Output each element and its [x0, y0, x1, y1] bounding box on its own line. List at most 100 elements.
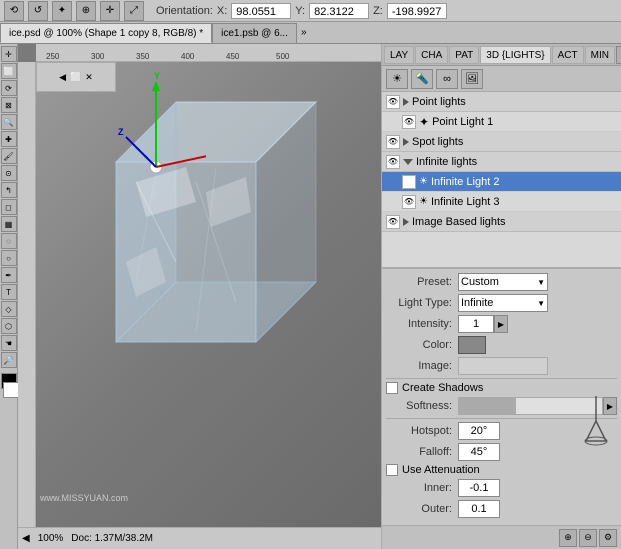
tool-icon-3[interactable]: ✦ — [52, 1, 72, 21]
tree-item-point-1[interactable]: 👁 ✦ Point Light 1 — [382, 112, 621, 132]
panel-tab-act[interactable]: ACT — [552, 46, 584, 64]
inner-value[interactable]: -0.1 — [458, 479, 500, 497]
eye-image-group[interactable]: 👁 — [386, 215, 400, 229]
falloff-value[interactable]: 45° — [458, 443, 500, 461]
eye-point-group[interactable]: 👁 — [386, 95, 400, 109]
tool-lasso[interactable]: ⟳ — [1, 80, 17, 96]
z-value: -198.9927 — [387, 3, 447, 19]
color-swatch[interactable] — [458, 336, 486, 354]
tool-shape[interactable]: ◇ — [1, 301, 17, 317]
inner-row: Inner: -0.1 — [386, 479, 617, 497]
canvas-content[interactable]: Y X Z ◀ ⬜ ✕ www.MISSYUAN.com — [36, 62, 381, 527]
outer-value[interactable]: 0.1 — [458, 500, 500, 518]
preset-dropdown[interactable]: Custom ▼ — [458, 273, 548, 291]
tool-heal[interactable]: ✚ — [1, 131, 17, 147]
tool-icon-5[interactable]: ✛ — [100, 1, 120, 21]
tool-history[interactable]: ↰ — [1, 182, 17, 198]
tree-group-infinite: 👁 Infinite lights 👁 ☀ Infinite Light 2 👁… — [382, 152, 621, 212]
tool-blur[interactable]: ◌ — [1, 233, 17, 249]
tree-item-infinite-3[interactable]: 👁 ☀ Infinite Light 3 — [382, 192, 621, 212]
tree-group-point-header[interactable]: 👁 Point lights — [382, 92, 621, 112]
eye-spot-group[interactable]: 👁 — [386, 135, 400, 149]
spot-lights-label: Spot lights — [412, 136, 463, 148]
tool-hand[interactable]: ☚ — [1, 335, 17, 351]
tool-crop[interactable]: ⊠ — [1, 97, 17, 113]
infinite-3-label: Infinite Light 3 — [431, 196, 500, 208]
tab-ice-psd[interactable]: ice.psd @ 100% (Shape 1 copy 8, RGB/8) * — [0, 23, 212, 43]
tool-select-rect[interactable]: ⬜ — [1, 63, 17, 79]
panel-bottom-icon-1[interactable]: ⊕ — [559, 529, 577, 547]
panel-tab-cha[interactable]: CHA — [415, 46, 448, 64]
create-shadows-checkbox[interactable] — [386, 382, 398, 394]
coord-area: Orientation: X: 98.0551 Y: 82.3122 Z: -1… — [156, 3, 447, 19]
outer-label: Outer: — [386, 503, 458, 515]
x-value: 98.0551 — [231, 3, 291, 19]
color-row: Color: — [386, 336, 617, 354]
panel-icon-sun[interactable]: ☀ — [386, 69, 408, 89]
tool-gradient[interactable]: ▦ — [1, 216, 17, 232]
use-attenuation-checkbox[interactable] — [386, 464, 398, 476]
image-slot[interactable] — [458, 357, 548, 375]
ruler-mark-400: 400 — [181, 52, 194, 61]
eye-infinite-3[interactable]: 👁 — [402, 195, 416, 209]
panel-tab-min[interactable]: MIN — [585, 46, 615, 64]
light-type-row: Light Type: Infinite ▼ — [386, 294, 617, 312]
eye-infinite-group[interactable]: 👁 — [386, 155, 400, 169]
eye-point-1[interactable]: 👁 — [402, 115, 416, 129]
background-color[interactable] — [3, 382, 19, 398]
document-tabs: ice.psd @ 100% (Shape 1 copy 8, RGB/8) *… — [0, 22, 621, 44]
eye-infinite-2[interactable]: 👁 — [402, 175, 416, 189]
falloff-label: Falloff: — [386, 446, 458, 458]
status-nav-left[interactable]: ◀ — [22, 533, 30, 544]
intensity-stepper[interactable]: ▶ — [494, 315, 508, 333]
tool-text[interactable]: T — [1, 284, 17, 300]
preset-value: Custom — [461, 276, 499, 288]
tab-ice1-psb[interactable]: ice1.psb @ 6... — [212, 23, 297, 43]
panel-icon-img[interactable]: 🖼 — [461, 69, 483, 89]
panel-bottom-icon-2[interactable]: ⊖ — [579, 529, 597, 547]
tool-icon-4[interactable]: ⊕ — [76, 1, 96, 21]
softness-label: Softness: — [386, 400, 458, 412]
tool-eraser[interactable]: ◻ — [1, 199, 17, 215]
panel-bottom-bar: ⊕ ⊖ ⚙ — [382, 525, 621, 549]
tree-group-spot-header[interactable]: 👁 Spot lights — [382, 132, 621, 152]
tab-more[interactable]: » — [297, 23, 311, 43]
tool-icon-6[interactable]: ⤢ — [124, 1, 144, 21]
light-type-dropdown[interactable]: Infinite ▼ — [458, 294, 548, 312]
tool-dodge[interactable]: ○ — [1, 250, 17, 266]
tool-stamp[interactable]: ⊙ — [1, 165, 17, 181]
tree-group-infinite-header[interactable]: 👁 Infinite lights — [382, 152, 621, 172]
nav-left[interactable]: ◀ — [59, 72, 66, 83]
panel-tab-lay[interactable]: LAY — [384, 46, 414, 64]
tool-move[interactable]: ✛ — [1, 46, 17, 62]
use-attenuation-row: Use Attenuation — [386, 464, 617, 476]
tree-group-image-header[interactable]: 👁 Image Based lights — [382, 212, 621, 232]
intensity-row: Intensity: 1 ▶ — [386, 315, 617, 333]
intensity-value-box[interactable]: 1 — [458, 315, 494, 333]
point-lights-label: Point lights — [412, 96, 466, 108]
hotspot-value[interactable]: 20° — [458, 422, 500, 440]
panel-bottom-icon-3[interactable]: ⚙ — [599, 529, 617, 547]
panel-icon-spot[interactable]: 🔦 — [411, 69, 433, 89]
panel-icon-inf[interactable]: ∞ — [436, 69, 458, 89]
tool-icon-2[interactable]: ↺ — [28, 1, 48, 21]
panel-tab-pat[interactable]: PAT — [449, 46, 479, 64]
svg-text:Y: Y — [154, 71, 160, 81]
point-1-label: Point Light 1 — [432, 116, 493, 128]
tree-group-image: 👁 Image Based lights — [382, 212, 621, 232]
tool-icon-1[interactable]: ⟲ — [4, 1, 24, 21]
tree-item-infinite-2[interactable]: 👁 ☀ Infinite Light 2 — [382, 172, 621, 192]
tool-pen[interactable]: ✒ — [1, 267, 17, 283]
tool-zoom[interactable]: 🔎 — [1, 352, 17, 368]
triangle-spot — [403, 138, 409, 146]
ruler-mark-500: 500 — [276, 52, 289, 61]
tool-3d[interactable]: ⬡ — [1, 318, 17, 334]
tool-brush[interactable]: 🖌 — [1, 148, 17, 164]
navigator-controls[interactable]: ◀ ⬜ ✕ — [36, 62, 116, 92]
tool-eyedropper[interactable]: 🔍 — [1, 114, 17, 130]
nav-close[interactable]: ✕ — [85, 72, 93, 83]
image-row: Image: — [386, 357, 617, 375]
panel-tab-3d-lights[interactable]: 3D {LIGHTS} — [480, 46, 550, 64]
panel-icon-1[interactable]: » — [616, 46, 621, 64]
y-value: 82.3122 — [309, 3, 369, 19]
